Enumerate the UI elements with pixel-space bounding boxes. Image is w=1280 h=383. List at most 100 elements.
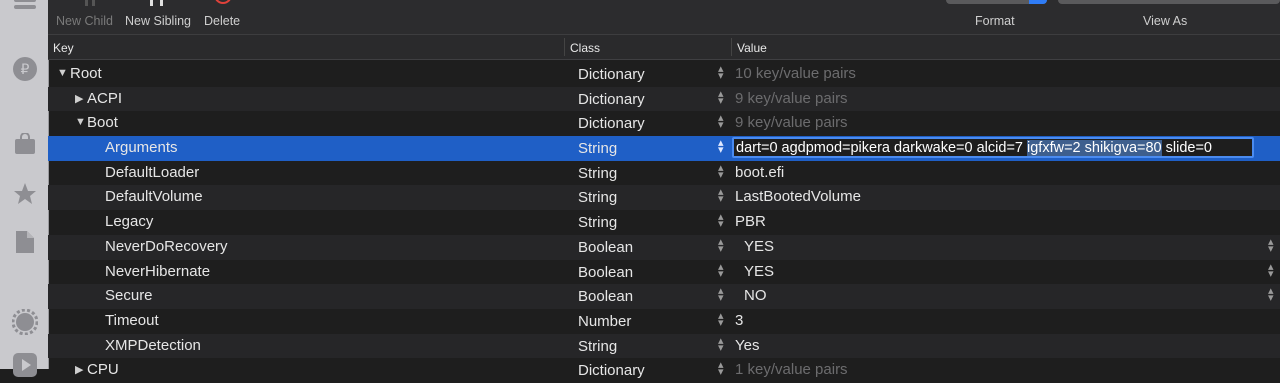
table-row[interactable]: Secure Boolean ▴ ▾ NO ▴ ▾ bbox=[48, 284, 1280, 309]
disclosure-expanded-icon[interactable]: ▼ bbox=[75, 116, 86, 128]
row-class[interactable]: Number bbox=[578, 313, 631, 330]
popup-chevron-icon[interactable]: ▴ ▾ bbox=[1268, 286, 1274, 304]
row-key: CPU bbox=[87, 361, 119, 379]
popup-chevron-icon[interactable]: ▴ ▾ bbox=[1268, 261, 1274, 279]
table-row[interactable]: ▼ Root Dictionary ▴ ▾ 10 key/value pairs bbox=[48, 62, 1280, 87]
row-key: Boot bbox=[87, 114, 118, 132]
new-child-button[interactable]: New Child bbox=[56, 14, 113, 28]
row-value[interactable]: Yes bbox=[735, 337, 759, 354]
class-stepper-icon[interactable]: ▴ ▾ bbox=[718, 286, 724, 304]
value-column-header[interactable]: Value bbox=[737, 41, 767, 55]
delete-icon[interactable] bbox=[214, 0, 232, 4]
star-icon[interactable] bbox=[12, 181, 38, 207]
row-class[interactable]: Dictionary bbox=[578, 362, 645, 379]
row-key: Timeout bbox=[105, 311, 159, 329]
column-separator[interactable] bbox=[731, 38, 732, 56]
class-stepper-icon[interactable]: ▴ ▾ bbox=[718, 335, 724, 353]
row-class[interactable]: String bbox=[578, 140, 617, 157]
edit-text-after: slide=0 bbox=[1161, 140, 1212, 157]
class-stepper-icon[interactable]: ▴ ▾ bbox=[718, 162, 724, 180]
class-stepper-icon[interactable]: ▴ ▾ bbox=[718, 261, 724, 279]
boolean-popup-value[interactable]: YES bbox=[744, 238, 774, 255]
side-dock: ₽ bbox=[0, 0, 49, 377]
view-as-label: View As bbox=[1143, 14, 1188, 28]
class-stepper-icon[interactable]: ▴ ▾ bbox=[718, 64, 724, 82]
format-label: Format bbox=[975, 14, 1015, 28]
value-edit-field[interactable]: dart=0 agdpmod=pikera darkwake=0 alcid=7… bbox=[732, 137, 1254, 159]
class-stepper-icon[interactable]: ▴ ▾ bbox=[718, 310, 724, 328]
row-class[interactable]: String bbox=[578, 165, 617, 182]
table-row[interactable]: Legacy String ▴ ▾ PBR bbox=[48, 210, 1280, 235]
class-stepper-icon[interactable]: ▴ ▾ bbox=[718, 88, 724, 106]
class-stepper-icon[interactable]: ▴ ▾ bbox=[718, 236, 724, 254]
row-value[interactable]: PBR bbox=[735, 213, 766, 230]
row-class[interactable]: String bbox=[578, 338, 617, 355]
new-sibling-button[interactable]: New Sibling bbox=[125, 14, 191, 28]
row-value[interactable]: LastBootedVolume bbox=[735, 188, 861, 205]
row-class[interactable]: String bbox=[578, 214, 617, 231]
edit-text-selection: igfxfw=2 shikigva=80 bbox=[1027, 140, 1162, 157]
ruble-icon[interactable]: ₽ bbox=[12, 56, 38, 82]
boolean-popup-value[interactable]: YES bbox=[744, 263, 774, 280]
popup-chevron-icon[interactable]: ▴ ▾ bbox=[1268, 236, 1274, 254]
row-key: NeverHibernate bbox=[105, 262, 211, 280]
table-row[interactable]: XMPDetection String ▴ ▾ Yes bbox=[48, 333, 1280, 359]
row-key: DefaultLoader bbox=[105, 163, 200, 181]
document-icon[interactable] bbox=[12, 229, 38, 255]
bag-icon[interactable] bbox=[12, 131, 38, 157]
class-stepper-icon[interactable]: ▴ ▾ bbox=[718, 187, 724, 205]
svg-text:₽: ₽ bbox=[21, 62, 30, 78]
row-value: 10 key/value pairs bbox=[735, 65, 856, 82]
row-value: 9 key/value pairs bbox=[735, 89, 848, 107]
toolbar: New Child New Sibling Delete Format View… bbox=[48, 0, 1280, 35]
row-key: DefaultVolume bbox=[105, 188, 203, 206]
row-key: Secure bbox=[105, 287, 153, 305]
column-header: Key Class Value bbox=[48, 35, 1280, 60]
class-stepper-icon[interactable]: ▴ ▾ bbox=[718, 212, 724, 230]
column-separator[interactable] bbox=[564, 38, 565, 56]
row-class[interactable]: Boolean bbox=[578, 264, 633, 281]
table-row[interactable]: ▶ CPU Dictionary ▴ ▾ 1 key/value pairs bbox=[48, 358, 1280, 383]
key-column-header[interactable]: Key bbox=[53, 41, 74, 55]
row-value: 9 key/value pairs bbox=[735, 114, 848, 132]
table-row[interactable]: ▼ Boot Dictionary ▴ ▾ 9 key/value pairs bbox=[48, 111, 1280, 136]
class-stepper-icon[interactable]: ▴ ▾ bbox=[718, 138, 724, 156]
view-as-popup[interactable] bbox=[1058, 0, 1280, 4]
row-value[interactable]: boot.efi bbox=[735, 164, 784, 181]
gear-icon[interactable] bbox=[12, 309, 38, 335]
disclosure-expanded-icon[interactable]: ▼ bbox=[57, 67, 68, 79]
row-class[interactable]: String bbox=[578, 189, 617, 206]
plist-outline: ▼ Root Dictionary ▴ ▾ 10 key/value pairs … bbox=[48, 62, 1280, 383]
row-class[interactable]: Dictionary bbox=[578, 91, 645, 108]
play-icon[interactable] bbox=[12, 352, 38, 378]
row-key: XMPDetection bbox=[105, 336, 201, 354]
edit-text-before: dart=0 agdpmod=pikera darkwake=0 alcid=7 bbox=[736, 140, 1027, 157]
row-key: ACPI bbox=[87, 89, 123, 107]
row-class[interactable]: Boolean bbox=[578, 239, 633, 256]
class-stepper-icon[interactable]: ▴ ▾ bbox=[718, 360, 724, 378]
row-class[interactable]: Dictionary bbox=[578, 66, 645, 83]
row-key: Arguments bbox=[105, 139, 178, 157]
disclosure-collapsed-icon[interactable]: ▶ bbox=[75, 363, 83, 376]
list-icon[interactable] bbox=[12, 0, 38, 18]
row-key: Legacy bbox=[105, 213, 154, 231]
row-class[interactable]: Boolean bbox=[578, 288, 633, 305]
table-row[interactable]: DefaultLoader String ▴ ▾ boot.efi bbox=[48, 161, 1280, 186]
table-row-selected[interactable]: Arguments String ▴ ▾ dart=0 agdpmod=piker… bbox=[48, 136, 1280, 161]
row-value: 1 key/value pairs bbox=[735, 361, 848, 379]
class-stepper-icon[interactable]: ▴ ▾ bbox=[718, 113, 724, 131]
table-row[interactable]: ▶ ACPI Dictionary ▴ ▾ 9 key/value pairs bbox=[48, 86, 1280, 112]
row-class[interactable]: Dictionary bbox=[578, 115, 645, 132]
format-popup[interactable] bbox=[946, 0, 1047, 4]
class-column-header[interactable]: Class bbox=[570, 41, 600, 55]
table-row[interactable]: DefaultVolume String ▴ ▾ LastBootedVolume bbox=[48, 185, 1280, 211]
table-row[interactable]: NeverDoRecovery Boolean ▴ ▾ YES ▴ ▾ bbox=[48, 234, 1280, 260]
row-key: NeverDoRecovery bbox=[105, 237, 228, 255]
boolean-popup-value[interactable]: NO bbox=[744, 287, 767, 304]
row-key: Root bbox=[70, 65, 102, 82]
disclosure-collapsed-icon[interactable]: ▶ bbox=[75, 92, 83, 105]
row-value[interactable]: 3 bbox=[735, 312, 743, 329]
delete-button[interactable]: Delete bbox=[204, 14, 240, 28]
table-row[interactable]: Timeout Number ▴ ▾ 3 bbox=[48, 309, 1280, 334]
table-row[interactable]: NeverHibernate Boolean ▴ ▾ YES ▴ ▾ bbox=[48, 260, 1280, 285]
